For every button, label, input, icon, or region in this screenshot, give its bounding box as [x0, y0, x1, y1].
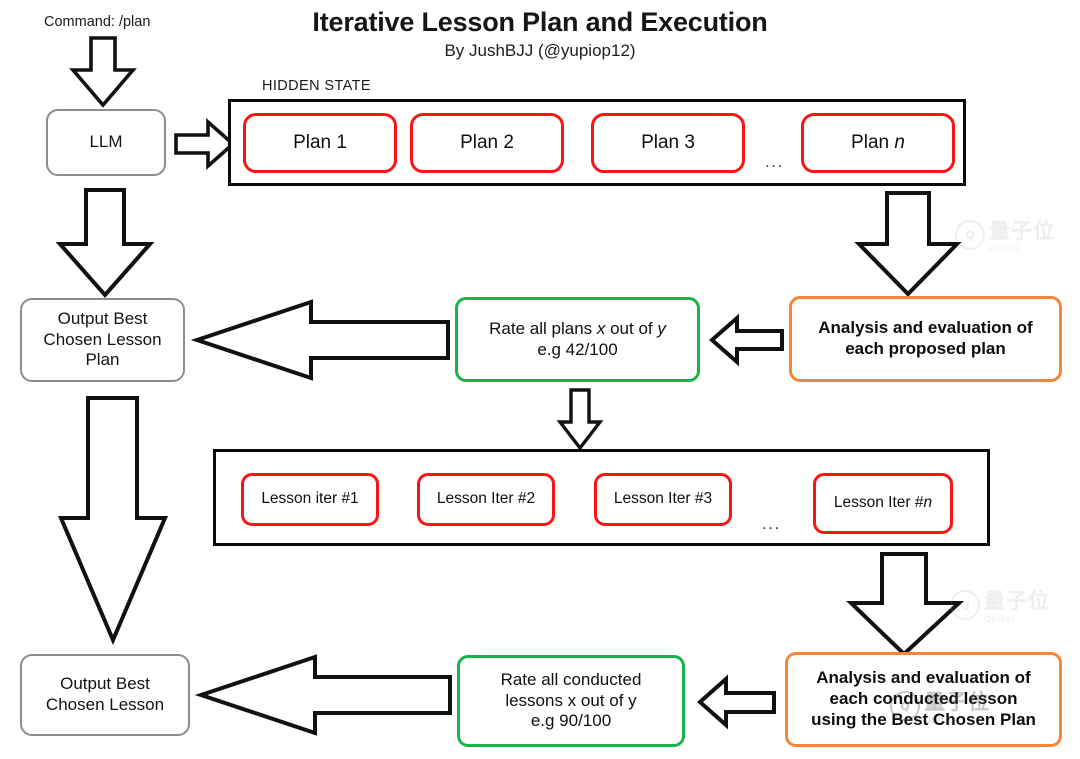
node-analysis-proposed-plan[interactable]: Analysis and evaluation of each proposed… [789, 296, 1062, 382]
lesson-box-n[interactable]: Lesson Iter #n [813, 473, 953, 534]
watermark-top-right: Q 量子位 QbitAI [955, 215, 1055, 255]
lesson-box-n-label: Lesson Iter #n [833, 494, 933, 512]
page-title: Iterative Lesson Plan and Execution [312, 7, 768, 37]
node-output-best-chosen-lesson-plan[interactable]: Output Best Chosen Lesson Plan [20, 298, 185, 382]
watermark-logo-icon-2: Q [950, 590, 980, 620]
arrow-command-to-llm [69, 36, 137, 108]
plan-box-2[interactable]: Plan 2 [410, 113, 564, 173]
watermark-en-text: QbitAI [989, 245, 1020, 255]
watermark-en-text-2: QbitAI [984, 615, 1015, 625]
node-llm[interactable]: LLM [46, 109, 166, 176]
lessons-ellipsis: ... [762, 514, 781, 533]
lesson-box-1[interactable]: Lesson iter #1 [241, 473, 379, 526]
plan-box-n[interactable]: Plan n [801, 113, 955, 173]
plan-box-3[interactable]: Plan 3 [591, 113, 745, 173]
page-subtitle: By JushBJJ (@yupiop12) [444, 41, 636, 60]
plan-box-n-label: Plan n [851, 132, 905, 154]
arrow-llm-to-hidden-state [174, 118, 236, 170]
lesson-box-2[interactable]: Lesson Iter #2 [417, 473, 555, 526]
arrow-llm-to-output-plan [55, 188, 155, 299]
command-label: Command: /plan [44, 14, 151, 30]
arrow-analysis-plan-to-rate-plans [708, 313, 785, 367]
arrow-rate-plans-to-lessons [556, 388, 604, 451]
arrow-analysis-lesson-to-rate-lessons [696, 674, 777, 730]
arrow-rate-plans-to-output-plan [190, 298, 451, 382]
arrow-output-plan-to-output-lesson [57, 395, 169, 646]
arrow-rate-lessons-to-output-lesson [194, 653, 453, 737]
watermark-logo-icon: Q [955, 220, 985, 250]
rate-all-lessons-text: Rate all conducted lessons x out of y e.… [500, 669, 642, 731]
lesson-box-3[interactable]: Lesson Iter #3 [594, 473, 732, 526]
plan-box-1[interactable]: Plan 1 [243, 113, 397, 173]
node-analysis-conducted-lesson[interactable]: Analysis and evaluation of each conducte… [785, 652, 1062, 747]
plans-ellipsis: ... [765, 152, 784, 171]
watermark-middle-right: Q 量子位 QbitAI [950, 585, 1050, 625]
arrow-lessons-to-analysis-lesson [846, 552, 965, 658]
watermark-cn-text: 量子位 [989, 219, 1055, 243]
node-rate-all-conducted-lessons[interactable]: Rate all conducted lessons x out of y e.… [457, 655, 685, 747]
node-output-best-chosen-lesson[interactable]: Output Best Chosen Lesson [20, 654, 190, 736]
node-rate-all-plans[interactable]: Rate all plans x out of y e.g 42/100 [455, 297, 700, 382]
hidden-state-label: HIDDEN STATE [262, 78, 371, 94]
watermark-cn-text-2: 量子位 [984, 589, 1050, 613]
diagram-canvas: Iterative Lesson Plan and Execution By J… [0, 0, 1080, 759]
rate-all-plans-text: Rate all plans x out of y e.g 42/100 [489, 318, 666, 359]
arrow-hidden-state-to-analysis-plan [854, 191, 962, 297]
